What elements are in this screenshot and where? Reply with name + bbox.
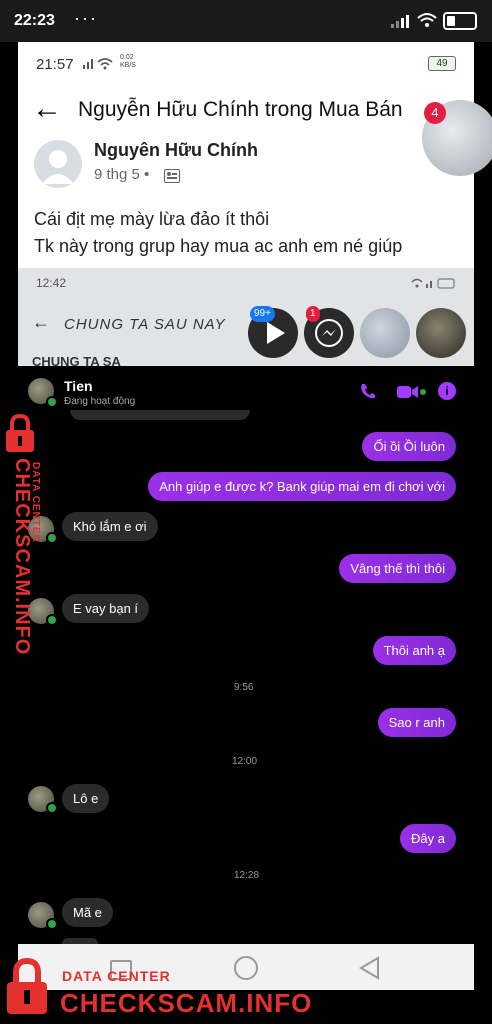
post-body: Cái địt mẹ mày lừa đảo ít thôi Tk này tr…: [34, 206, 402, 260]
nested-title: CHUNG TA SAU NAY: [64, 316, 226, 333]
contact-chat-head-2[interactable]: [416, 308, 466, 358]
watermark-bottom-small: DATA CENTER: [62, 968, 171, 984]
author-avatar[interactable]: [34, 140, 82, 188]
message-in: E vay bạn í: [62, 594, 150, 623]
inner-signal-icon: [82, 56, 116, 75]
timestamp: 9:56: [234, 682, 254, 693]
floating-chat-badge: 4: [424, 102, 446, 124]
lock-icon: [4, 957, 50, 1023]
inner-battery: 49: [428, 56, 456, 71]
network-speed: 0.02 KB/S: [120, 54, 136, 69]
timestamp: 12:28: [234, 870, 260, 881]
wifi-icon: [416, 11, 438, 34]
message-in: Mã e: [62, 898, 113, 927]
watermark-vertical: CHECKSCAM.INFO DATA CENTER: [11, 458, 46, 655]
timestamp: 12:00: [232, 756, 258, 767]
post-author[interactable]: Nguyên Hữu Chính: [94, 140, 258, 161]
home-icon[interactable]: [234, 956, 258, 980]
message-out: Anh giúp e được k? Bank giúp mai em đi c…: [148, 472, 456, 501]
messenger-header: Tien Đang hoạt động i: [18, 366, 474, 416]
message-in: Lô e: [62, 784, 110, 813]
online-dot: [46, 532, 58, 544]
message-out: Ối ồi Ồi luôn: [362, 432, 456, 461]
message-in: Khó lắm e ơi: [62, 512, 158, 541]
info-icon[interactable]: i: [438, 382, 456, 400]
contact-chat-head[interactable]: [360, 308, 410, 358]
inner-status-bar: 21:57 0.02 KB/S 49: [18, 42, 474, 84]
chat-head-badge-a: 99+: [250, 306, 275, 322]
post-line-1: Cái địt mẹ mày lừa đảo ít thôi: [34, 209, 270, 229]
signal-icon: [390, 13, 410, 34]
status-time: 22:23: [14, 12, 55, 29]
group-icon: [164, 169, 180, 183]
message-out: Vâng thế thì thôi: [339, 554, 456, 583]
watermark-top-small: DATA CENTER: [30, 462, 41, 543]
online-dot: [46, 396, 58, 408]
messenger-conversation: Tien Đang hoạt động i Ối ồi Ồi luôn Anh …: [18, 366, 474, 944]
contact-name: Tien: [64, 378, 93, 394]
message-out: Thôi anh ạ: [372, 636, 456, 665]
nested-status-time: 12:42: [36, 276, 67, 290]
watermark-bottom-big: CHECKSCAM.INFO: [60, 988, 313, 1018]
fb-header: ← Nguyễn Hữu Chính trong Mua Bán: [18, 84, 474, 138]
back-arrow-icon[interactable]: ←: [32, 92, 62, 126]
phone-icon[interactable]: [358, 382, 376, 405]
chat-head-badge-b: 1: [306, 306, 320, 322]
message-out: Sao r anh: [377, 708, 456, 737]
nested-screenshot-bar: 12:42 ← CHUNG TA SAU NAY CHUNG TA SA: [18, 268, 474, 369]
post-line-2: Tk này trong grup hay mua ac anh em né g…: [34, 236, 403, 256]
status-dots: ···: [74, 8, 98, 28]
online-dot: [46, 918, 58, 930]
cut-off-bubble: [70, 410, 250, 420]
online-dot: [46, 614, 58, 626]
lock-icon: [4, 413, 36, 459]
back-nav-icon[interactable]: [358, 956, 380, 985]
page-title: Nguyễn Hữu Chính trong Mua Bán: [78, 98, 403, 121]
battery-icon: [443, 12, 477, 30]
nested-back-icon: ←: [32, 312, 50, 332]
post-date: 9 thg 5 •: [94, 166, 150, 183]
contact-status: Đang hoạt động: [64, 396, 136, 407]
nested-status-icons: [410, 276, 456, 294]
online-dot: [46, 802, 58, 814]
message-out: Đây a: [400, 824, 456, 853]
outer-status-bar: 22:23 ···: [0, 0, 492, 42]
inner-status-time: 21:57: [36, 56, 74, 73]
video-call-icon[interactable]: [396, 384, 426, 405]
